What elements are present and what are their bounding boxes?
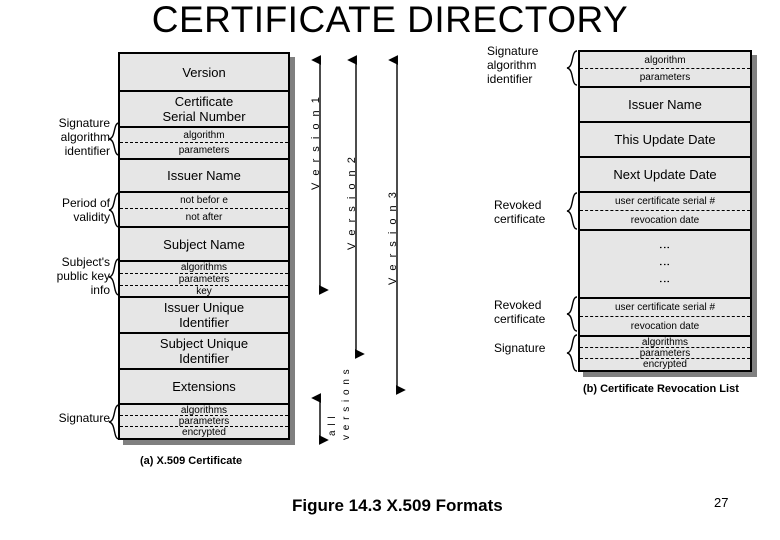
page-number: 27 <box>714 495 729 510</box>
crl-revoked-n-serial: user certificate serial # <box>580 299 750 318</box>
crl-row-revoked-certificate-1: user certificate serial # revocation dat… <box>580 193 750 231</box>
all-versions-line2: v e r s i o n s <box>341 368 352 440</box>
crl-signature-encrypted: encrypted <box>643 359 687 370</box>
brace-icon <box>566 296 578 332</box>
caption-x509-certificate: (a) X.509 Certificate <box>140 455 243 467</box>
brace-icon <box>108 122 120 156</box>
crl-sig-alg-algorithm: algorithm <box>580 52 750 70</box>
cert-spki-parameters: parameters <box>120 274 288 286</box>
cert-signature-algorithms: algorithms <box>120 405 288 416</box>
crl-row-revoked-certificate-n: user certificate serial # revocation dat… <box>580 299 750 337</box>
cert-signature-encrypted: encrypted <box>182 427 226 438</box>
x509-certificate-diagram: Version Certificate Serial Number algorit… <box>118 52 290 440</box>
crl-signature-algorithms: algorithms <box>580 337 750 348</box>
cert-spki-algorithms: algorithms <box>120 262 288 274</box>
crl-revoked-1-date: revocation date <box>630 214 700 226</box>
crl-revoked-1-serial: user certificate serial # <box>580 193 750 212</box>
cert-row-validity: not befor e not after <box>120 193 288 228</box>
cert-validity-not-after: not after <box>185 212 223 224</box>
figure-caption: Figure 14.3 X.509 Formats <box>292 496 503 515</box>
version-1-label: V e r s i o n 1 <box>310 95 322 190</box>
cert-row-subject-public-key: algorithms parameters key <box>120 262 288 298</box>
brace-icon <box>108 192 120 228</box>
cert-label-subjects-public-key-info: Subject's public key info <box>56 255 110 297</box>
cert-sig-alg-algorithm: algorithm <box>120 128 288 144</box>
brace-icon <box>108 258 120 296</box>
crl-row-this-update-date: This Update Date <box>580 123 750 158</box>
crl-label-signature-algorithm-identifier: Signature algorithm identifier <box>487 44 539 86</box>
crl-label-revoked-certificate-n: Revoked certificate <box>494 298 546 326</box>
brace-icon <box>566 334 578 372</box>
crl-signature-parameters: parameters <box>580 348 750 359</box>
cert-row-extensions: Extensions <box>120 370 288 405</box>
cert-row-issuer-name: Issuer Name <box>120 160 288 193</box>
cert-serial-number-label: Certificate Serial Number <box>162 94 246 124</box>
cert-row-subject-unique-id: Subject Unique Identifier <box>120 334 288 370</box>
cert-row-issuer-unique-id: Issuer Unique Identifier <box>120 298 288 334</box>
cert-label-signature: Signature <box>58 411 110 425</box>
brace-icon <box>108 404 120 440</box>
crl-row-issuer-name: Issuer Name <box>580 88 750 123</box>
brace-icon <box>566 50 578 86</box>
caption-certificate-revocation-list: (b) Certificate Revocation List <box>583 383 739 395</box>
cert-row-signature: algorithms parameters encrypted <box>120 405 288 438</box>
cert-row-serial-number: Certificate Serial Number <box>120 92 288 128</box>
cert-sig-alg-parameters: parameters <box>178 145 230 157</box>
cert-label-signature-algorithm-identifier: Signature algorithm identifier <box>58 116 110 158</box>
version-2-label: V e r s i o n 2 <box>346 155 358 250</box>
crl-row-ellipsis: ⋮ ⋮ ⋮ <box>580 231 750 299</box>
crl-row-signature-algorithm: algorithm parameters <box>580 52 750 88</box>
cert-spki-key: key <box>196 285 212 297</box>
version-3-label: V e r s i o n 3 <box>387 190 399 285</box>
crl-label-signature: Signature <box>494 341 546 355</box>
page-title: CERTIFICATE DIRECTORY <box>151 0 629 40</box>
cert-signature-parameters: parameters <box>120 416 288 427</box>
all-versions-line1: a l l <box>327 415 338 436</box>
crl-row-signature: algorithms parameters encrypted <box>580 337 750 370</box>
cert-row-signature-algorithm: algorithm parameters <box>120 128 288 160</box>
crl-label-revoked-certificate-1: Revoked certificate <box>494 198 546 226</box>
crl-diagram: algorithm parameters Issuer Name This Up… <box>578 50 752 372</box>
brace-icon <box>566 192 578 230</box>
vertical-ellipsis-icon: ⋮ ⋮ ⋮ <box>658 241 671 287</box>
crl-sig-alg-parameters: parameters <box>639 72 691 84</box>
cert-row-subject-name: Subject Name <box>120 228 288 262</box>
cert-subject-unique-id-label: Subject Unique Identifier <box>159 336 249 366</box>
cert-row-version: Version <box>120 54 288 92</box>
cert-label-period-of-validity: Period of validity <box>61 196 110 224</box>
slide-canvas: CERTIFICATE DIRECTORY Version Certificat… <box>0 0 780 540</box>
cert-validity-not-before: not befor e <box>120 193 288 210</box>
crl-row-next-update-date: Next Update Date <box>580 158 750 193</box>
cert-issuer-unique-id-label: Issuer Unique Identifier <box>163 300 245 330</box>
crl-revoked-n-date: revocation date <box>630 320 700 332</box>
